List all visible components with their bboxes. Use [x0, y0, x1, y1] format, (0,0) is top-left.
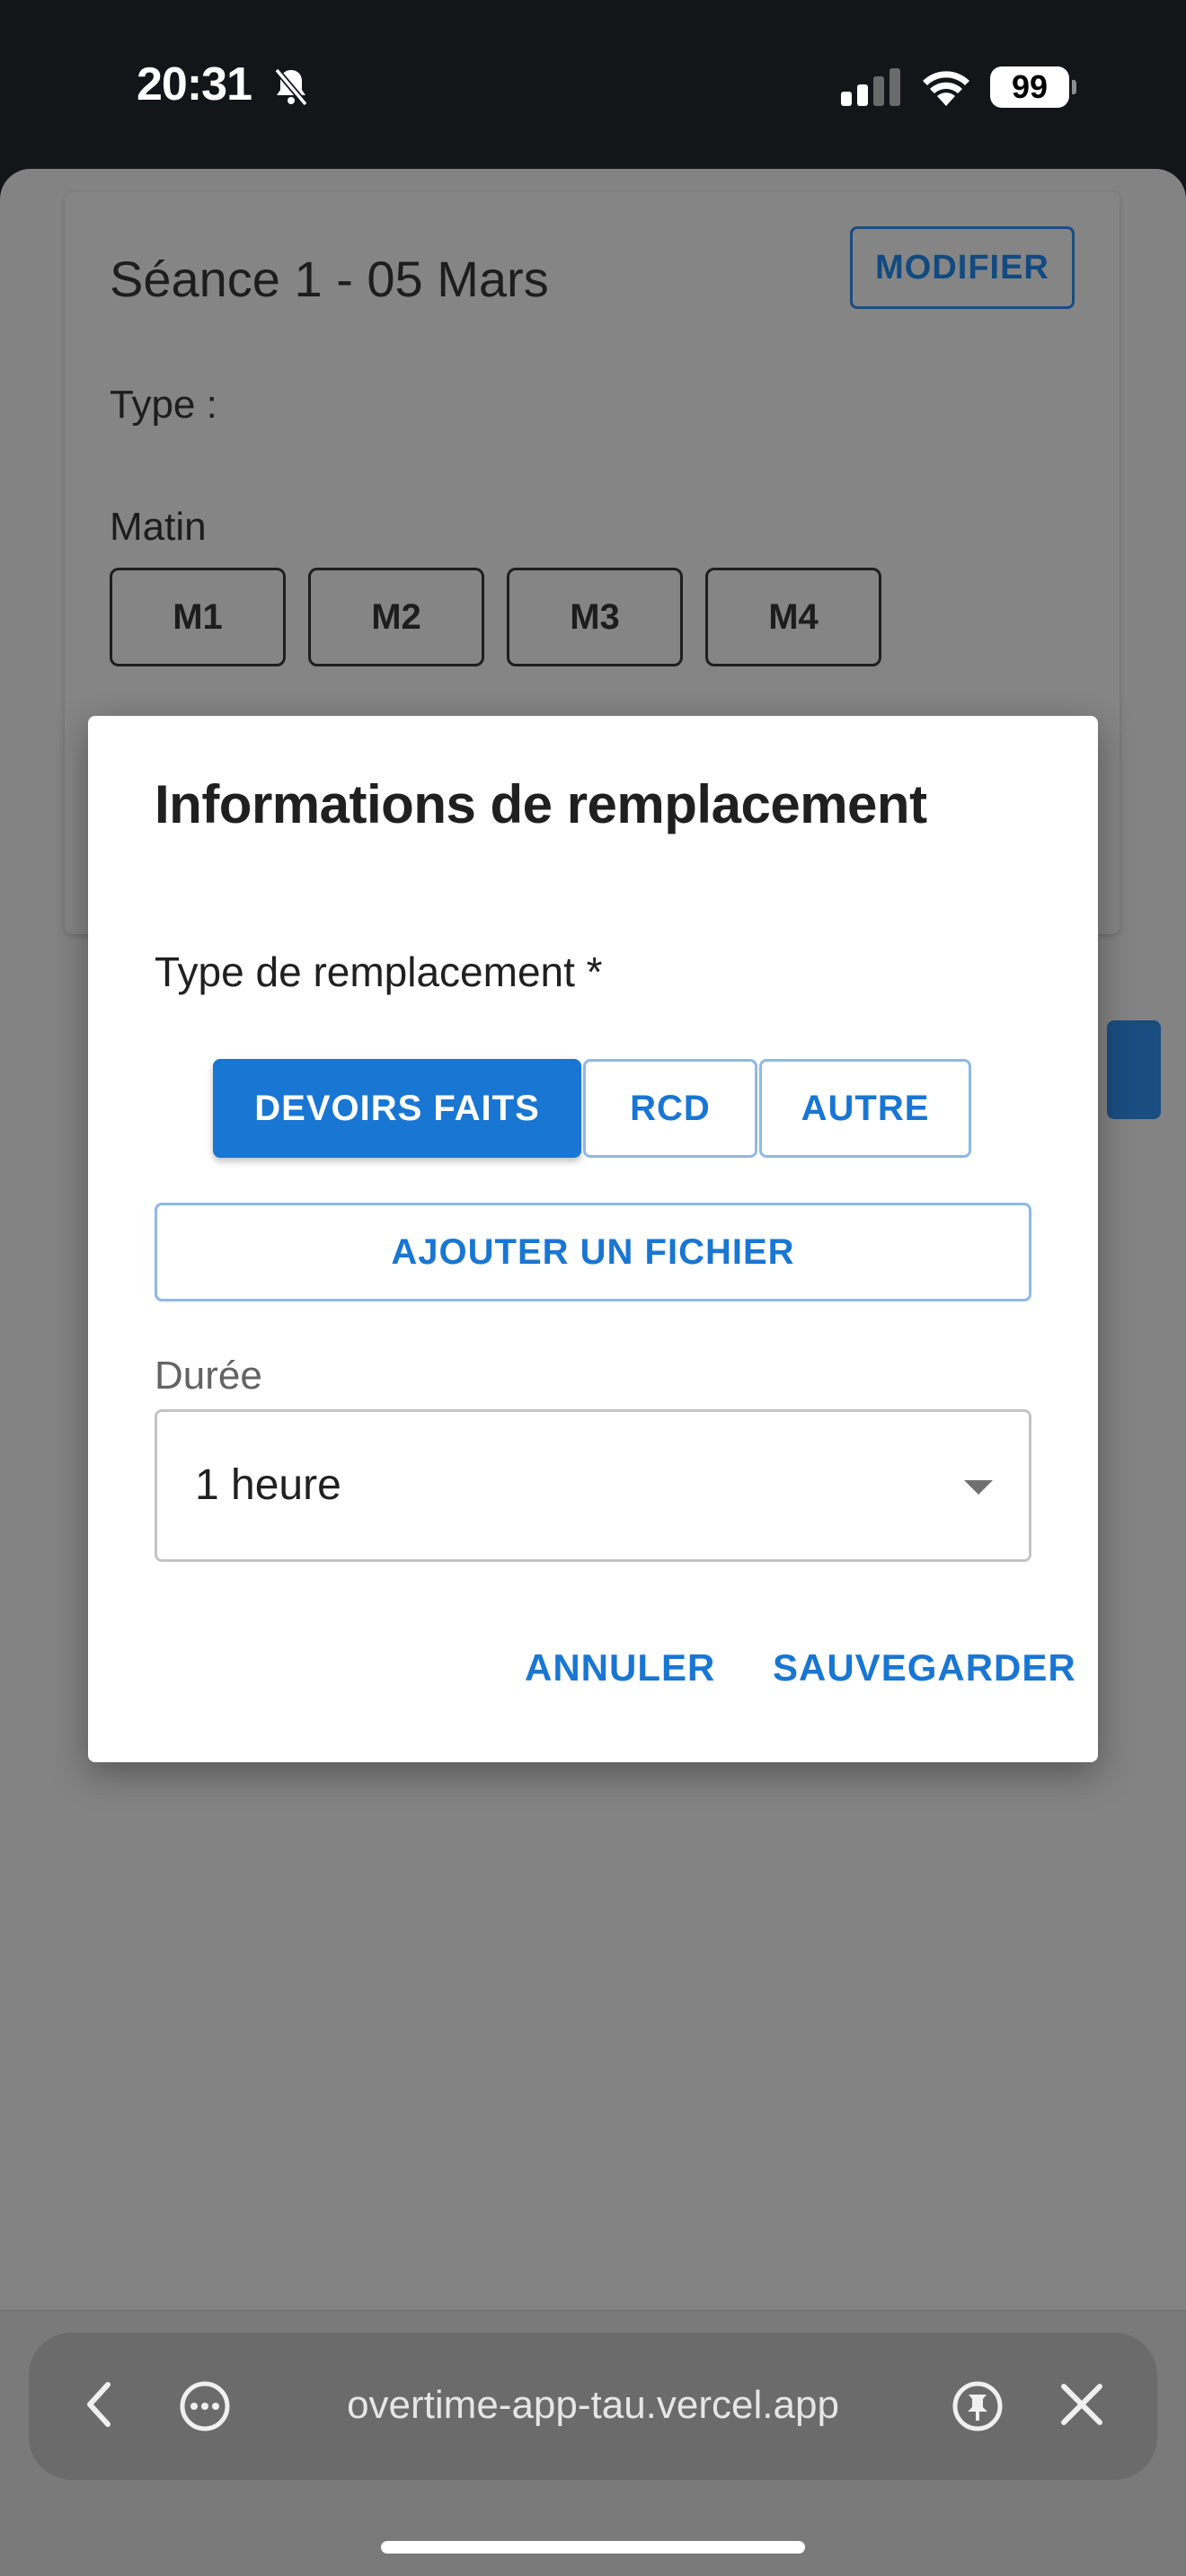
- type-label: Type :: [110, 383, 217, 427]
- save-button[interactable]: SAUVEGARDER: [773, 1646, 1076, 1689]
- option-autre[interactable]: AUTRE: [759, 1059, 971, 1158]
- slot-m3-button[interactable]: M3: [507, 568, 683, 666]
- battery-icon: 99: [990, 66, 1076, 108]
- slot-m4-button[interactable]: M4: [705, 568, 881, 666]
- cancel-button[interactable]: ANNULER: [525, 1646, 715, 1689]
- caret-down-icon: [964, 1480, 993, 1495]
- duration-label: Durée: [155, 1354, 262, 1398]
- bell-slash-icon: [270, 65, 313, 108]
- browser-toolbar: overtime-app-tau.vercel.app: [0, 2310, 1186, 2576]
- status-bar: 20:31 99: [0, 0, 1186, 171]
- replacement-dialog: Informations de remplacement Type de rem…: [88, 716, 1098, 1762]
- home-indicator: [381, 2541, 805, 2554]
- option-rcd[interactable]: RCD: [583, 1059, 757, 1158]
- wifi-icon: [920, 66, 972, 108]
- pin-icon[interactable]: [951, 2379, 1005, 2438]
- slot-m2-button[interactable]: M2: [308, 568, 484, 666]
- address-bar[interactable]: overtime-app-tau.vercel.app: [29, 2333, 1157, 2480]
- session-title: Séance 1 - 05 Mars: [110, 251, 549, 307]
- option-devoirs-faits[interactable]: DEVOIRS FAITS: [213, 1059, 581, 1158]
- slot-m1-button[interactable]: M1: [110, 568, 286, 666]
- status-time: 20:31: [137, 58, 252, 110]
- dialog-title: Informations de remplacement: [155, 774, 927, 834]
- modify-button[interactable]: MODIFIER: [850, 226, 1075, 309]
- duration-select[interactable]: 1 heure: [155, 1409, 1031, 1562]
- close-icon[interactable]: [1058, 2379, 1105, 2434]
- add-file-button[interactable]: AJOUTER UN FICHIER: [155, 1203, 1031, 1301]
- duration-value: 1 heure: [195, 1461, 341, 1509]
- signal-icon: [839, 66, 902, 108]
- morning-label: Matin: [110, 505, 207, 549]
- background-action-button[interactable]: [1107, 1020, 1161, 1119]
- replacement-type-label: Type de remplacement *: [155, 948, 603, 995]
- battery-level: 99: [990, 66, 1069, 108]
